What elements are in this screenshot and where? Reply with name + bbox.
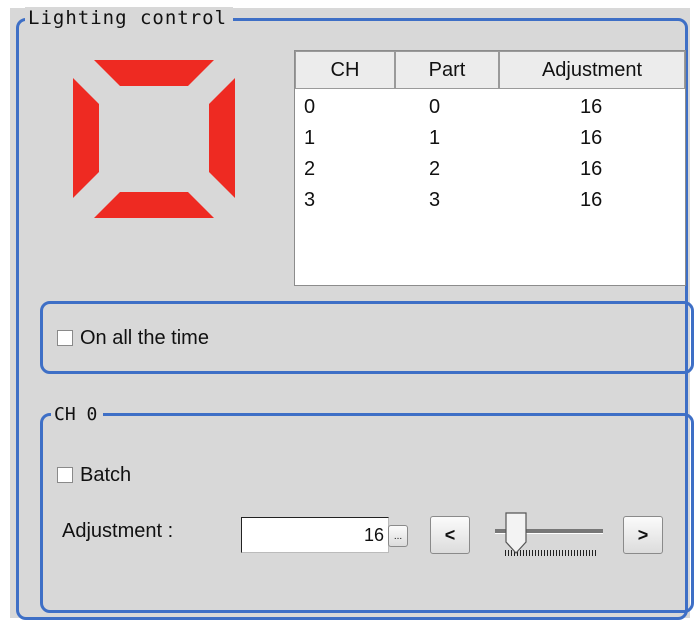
cell-part: 0 bbox=[429, 96, 441, 118]
cell-adjustment: 16 bbox=[580, 189, 603, 211]
batch-label[interactable]: Batch bbox=[80, 464, 131, 487]
lighting-control-title: Lighting control bbox=[25, 7, 234, 29]
cell-part: 1 bbox=[429, 127, 441, 149]
batch-checkbox[interactable] bbox=[57, 467, 73, 483]
adjustment-ellipsis-button[interactable]: ... bbox=[388, 525, 408, 547]
adjustment-value-field[interactable]: 16 bbox=[241, 517, 389, 553]
light-segment-right[interactable] bbox=[209, 78, 235, 198]
channel-table[interactable]: CH Part Adjustment 0 0 16 1 1 16 2 2 16 … bbox=[294, 50, 686, 286]
slider-thumb[interactable] bbox=[505, 512, 527, 554]
cell-ch: 1 bbox=[304, 127, 316, 149]
decrement-button[interactable]: < bbox=[430, 516, 470, 554]
table-header: CH Part Adjustment bbox=[295, 51, 685, 89]
cell-part: 2 bbox=[429, 158, 441, 180]
cell-ch: 0 bbox=[304, 96, 316, 118]
cell-ch: 3 bbox=[304, 189, 316, 211]
column-header-part[interactable]: Part bbox=[395, 51, 499, 89]
cell-adjustment: 16 bbox=[580, 127, 603, 149]
light-segment-top[interactable] bbox=[94, 60, 214, 86]
increment-button[interactable]: > bbox=[623, 516, 663, 554]
table-row[interactable]: 1 1 16 bbox=[295, 127, 685, 158]
always-on-checkbox[interactable] bbox=[57, 330, 73, 346]
cell-adjustment: 16 bbox=[580, 96, 603, 118]
light-segment-left[interactable] bbox=[73, 78, 99, 198]
cell-part: 3 bbox=[429, 189, 441, 211]
table-row[interactable]: 3 3 16 bbox=[295, 189, 685, 220]
column-header-ch[interactable]: CH bbox=[295, 51, 395, 89]
table-row[interactable]: 2 2 16 bbox=[295, 158, 685, 189]
cell-adjustment: 16 bbox=[580, 158, 603, 180]
adjustment-label: Adjustment : bbox=[62, 520, 174, 542]
lighting-control-panel: Lighting control CH Part Adjustment 0 0 … bbox=[10, 7, 694, 620]
cell-ch: 2 bbox=[304, 158, 316, 180]
square-segmented-light-icon bbox=[73, 60, 235, 218]
table-row[interactable]: 0 0 16 bbox=[295, 96, 685, 127]
light-segment-bottom[interactable] bbox=[94, 192, 214, 218]
adjustment-slider[interactable] bbox=[495, 508, 603, 560]
always-on-label[interactable]: On all the time bbox=[80, 327, 209, 350]
channel-group-title: CH 0 bbox=[51, 404, 104, 425]
column-header-adjustment[interactable]: Adjustment bbox=[499, 51, 685, 89]
